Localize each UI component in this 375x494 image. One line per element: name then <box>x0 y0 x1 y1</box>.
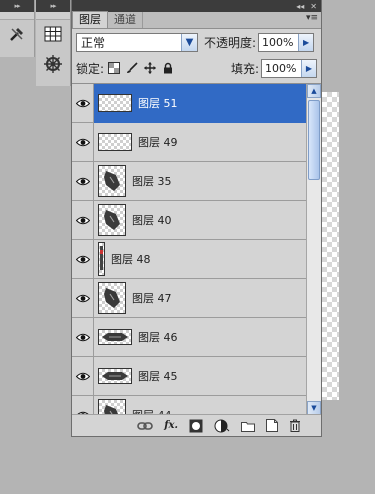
layer-row[interactable]: 图层 45 <box>72 356 306 396</box>
tab-channels[interactable]: 通道 <box>108 12 143 28</box>
opacity-label: 不透明度: <box>204 35 257 50</box>
tab-layers[interactable]: 图层 <box>72 11 108 28</box>
navigator-button[interactable] <box>36 50 70 80</box>
panel-title-bar[interactable]: ◂◂ ✕ <box>72 0 321 12</box>
fill-value: 100% <box>265 61 297 75</box>
layer-body[interactable]: 图层 44 <box>94 396 306 414</box>
collapse-icon[interactable]: ◂◂ <box>296 2 304 11</box>
layer-name[interactable]: 图层 51 <box>138 95 178 111</box>
close-panel-icon[interactable]: ✕ <box>310 2 317 11</box>
layers-scrollbar[interactable]: ▲ ▼ <box>306 84 321 414</box>
layer-body[interactable]: 图层 45 <box>94 357 306 396</box>
visibility-eye-icon[interactable] <box>72 122 94 162</box>
lock-icons <box>108 62 174 74</box>
mask-icon[interactable] <box>189 419 203 433</box>
layer-thumbnail[interactable] <box>98 329 132 345</box>
layer-row[interactable]: 图层 35 <box>72 161 306 201</box>
layer-thumbnail[interactable] <box>98 165 126 197</box>
trash-icon[interactable] <box>289 419 301 433</box>
blend-mode-select[interactable]: 正常 ▼ <box>76 32 198 52</box>
layer-name[interactable]: 图层 49 <box>138 134 178 150</box>
layer-body[interactable]: 图层 48 <box>94 240 306 279</box>
tools-dock-column-2: ▸▸ <box>36 0 71 86</box>
layer-row[interactable]: 图层 49 <box>72 122 306 162</box>
layers-panel: ◂◂ ✕ 图层 通道 ▾≡ 正常 ▼ 不透明度: 100% ▶ 锁定: 填充: … <box>71 0 322 437</box>
dock-grip[interactable]: ▸▸ <box>36 0 70 12</box>
fill-field[interactable]: 100% ▶ <box>261 58 317 78</box>
layer-thumbnail[interactable] <box>98 368 132 384</box>
visibility-eye-icon[interactable] <box>72 278 94 318</box>
link-icon[interactable] <box>137 419 154 433</box>
visibility-eye-icon[interactable] <box>72 200 94 240</box>
visibility-eye-icon[interactable] <box>72 317 94 357</box>
fill-arrow-icon[interactable]: ▶ <box>301 59 316 77</box>
fill-label: 填充: <box>230 61 259 76</box>
layer-row[interactable]: 图层 47 <box>72 278 306 318</box>
layer-body[interactable]: 图层 46 <box>94 318 306 357</box>
grid-button[interactable] <box>36 20 70 50</box>
adjustment-icon[interactable] <box>214 419 230 433</box>
layer-row[interactable]: 图层 44 <box>72 395 306 414</box>
layer-row[interactable]: 图层 46 <box>72 317 306 357</box>
visibility-eye-icon[interactable] <box>72 395 94 414</box>
scroll-up-button[interactable]: ▲ <box>307 84 321 98</box>
grid-icon <box>44 26 62 45</box>
dock-grip-bar <box>0 12 34 20</box>
layer-name[interactable]: 图层 40 <box>132 212 172 228</box>
blend-opacity-row: 正常 ▼ 不透明度: 100% ▶ <box>72 29 321 55</box>
lock-transparent-icon[interactable] <box>108 62 121 74</box>
layer-name[interactable]: 图层 45 <box>138 368 178 384</box>
opacity-value: 100% <box>262 35 294 49</box>
chevron-down-icon[interactable]: ▼ <box>181 33 197 51</box>
new-layer-icon[interactable] <box>266 419 278 433</box>
layer-name[interactable]: 图层 48 <box>111 251 151 267</box>
layer-thumbnail[interactable] <box>98 204 126 236</box>
panel-tabs: 图层 通道 ▾≡ <box>72 11 321 29</box>
layer-name[interactable]: 图层 44 <box>132 407 172 414</box>
lock-label: 锁定: <box>76 61 105 76</box>
scroll-down-button[interactable]: ▼ <box>307 401 321 414</box>
document-canvas-strip <box>322 92 339 400</box>
layer-name[interactable]: 图层 47 <box>132 290 172 306</box>
layers-bottom-toolbar: fx. <box>72 414 321 436</box>
lock-move-icon[interactable] <box>144 62 157 74</box>
layer-name[interactable]: 图层 35 <box>132 173 172 189</box>
layer-name[interactable]: 图层 46 <box>138 329 178 345</box>
dock-grip[interactable]: ▸▸ <box>0 0 34 12</box>
opacity-arrow-icon[interactable]: ▶ <box>298 33 314 51</box>
fx-icon[interactable]: fx. <box>164 419 178 433</box>
layer-row[interactable]: 图层 51 <box>72 84 306 123</box>
navigator-wheel-icon <box>43 54 63 77</box>
dock-grip-bar <box>36 12 70 20</box>
layer-thumbnail[interactable] <box>98 94 132 112</box>
visibility-eye-icon[interactable] <box>72 84 94 123</box>
layer-thumbnail[interactable] <box>98 133 132 151</box>
lock-brush-icon[interactable] <box>126 62 138 74</box>
lock-all-icon[interactable] <box>162 62 174 74</box>
layer-body[interactable]: 图层 49 <box>94 123 306 162</box>
layer-thumbnail[interactable] <box>98 242 105 276</box>
layer-row[interactable]: 图层 40 <box>72 200 306 240</box>
layers-list[interactable]: 图层 51 图层 49 图层 35 图层 40 图层 48 图层 47 图层 46 图层 45… <box>72 83 321 414</box>
tools-dock-column-1: ▸▸ <box>0 0 35 57</box>
blend-mode-value: 正常 <box>81 35 106 50</box>
layer-row[interactable]: 图层 48 <box>72 239 306 279</box>
scrollbar-thumb[interactable] <box>308 100 320 180</box>
opacity-field[interactable]: 100% ▶ <box>258 32 315 52</box>
layer-body[interactable]: 图层 40 <box>94 201 306 240</box>
layer-body[interactable]: 图层 51 <box>94 84 306 123</box>
tools-button[interactable] <box>0 20 34 50</box>
layer-body[interactable]: 图层 35 <box>94 162 306 201</box>
layer-thumbnail[interactable] <box>98 282 126 314</box>
visibility-eye-icon[interactable] <box>72 161 94 201</box>
group-folder-icon[interactable] <box>241 419 255 433</box>
layer-thumbnail[interactable] <box>98 399 126 414</box>
lock-fill-row: 锁定: 填充: 100% ▶ <box>72 55 321 81</box>
tools-icon <box>8 25 26 46</box>
panel-menu-icon[interactable]: ▾≡ <box>306 13 318 23</box>
visibility-eye-icon[interactable] <box>72 356 94 396</box>
layer-body[interactable]: 图层 47 <box>94 279 306 318</box>
visibility-eye-icon[interactable] <box>72 239 94 279</box>
